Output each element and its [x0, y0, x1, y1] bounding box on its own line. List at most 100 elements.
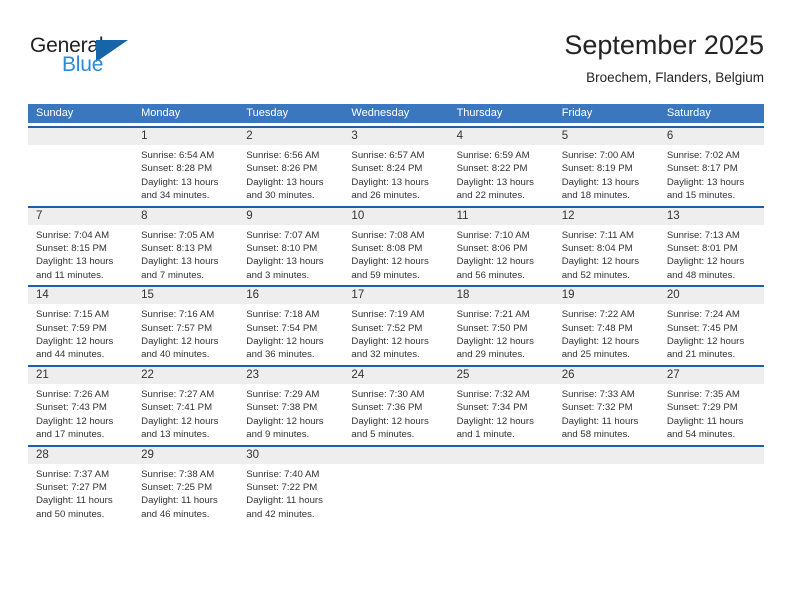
day-number: 13 — [658, 207, 764, 225]
day-cell-18[interactable]: 18 Sunrise: 7:21 AM Sunset: 7:50 PM Dayligh… — [448, 287, 554, 362]
day-cell-4[interactable]: 4 Sunrise: 6:59 AM Sunset: 8:22 PM Daylight… — [448, 128, 554, 203]
daylight-text-line2: and 7 minutes. — [141, 269, 205, 281]
sunset-text: Sunset: 8:15 PM — [36, 243, 107, 255]
day-number: 22 — [133, 366, 239, 384]
day-number: 7 — [28, 207, 134, 225]
sunset-text: Sunset: 8:04 PM — [561, 243, 633, 255]
page-title: September 2025 — [564, 30, 764, 60]
sunrise-text: Sunrise: 7:10 AM — [456, 229, 530, 241]
day-details: Sunrise: 7:00 AM Sunset: 8:19 PM Daylight:… — [554, 145, 659, 203]
day-cell-9[interactable]: 9 Sunrise: 7:07 AM Sunset: 8:10 PM Daylight… — [238, 207, 344, 283]
sunset-text: Sunset: 8:01 PM — [666, 243, 738, 255]
day-cell-24[interactable]: 24 Sunrise: 7:30 AM Sunset: 7:36 PM Dayligh… — [343, 366, 449, 442]
day-details: Sunrise: 7:19 AM Sunset: 7:52 PM Daylight:… — [343, 304, 448, 362]
day-number: 8 — [133, 207, 239, 225]
daylight-text-line2: and 48 minutes. — [666, 269, 736, 281]
day-cell-22[interactable]: 22 Sunrise: 7:27 AM Sunset: 7:41 PM Dayligh… — [133, 366, 239, 442]
day-cell-30[interactable]: 30 Sunrise: 7:40 AM Sunset: 7:22 PM Dayligh… — [238, 446, 344, 522]
day-number: 25 — [448, 366, 554, 384]
daylight-text-line2: and 54 minutes. — [666, 429, 736, 441]
day-cell-8[interactable]: 8 Sunrise: 7:05 AM Sunset: 8:13 PM Daylight… — [133, 207, 239, 283]
location-subtitle: Broechem, Flanders, Belgium — [586, 70, 764, 85]
sunset-text: Sunset: 7:45 PM — [666, 322, 738, 334]
day-details: Sunrise: 7:38 AM Sunset: 7:25 PM Daylight:… — [133, 464, 238, 522]
day-cell-empty — [343, 446, 449, 522]
sunset-text: Sunset: 7:38 PM — [246, 402, 318, 414]
day-cell-empty — [28, 128, 134, 203]
logo-text-blue: Blue — [62, 53, 104, 76]
sunrise-text: Sunrise: 6:54 AM — [141, 150, 215, 161]
day-cell-20[interactable]: 20 Sunrise: 7:24 AM Sunset: 7:45 PM Dayligh… — [658, 287, 764, 362]
sunrise-text: Sunrise: 7:35 AM — [666, 388, 740, 400]
day-cell-25[interactable]: 25 Sunrise: 7:32 AM Sunset: 7:34 PM Dayligh… — [448, 366, 554, 442]
day-cell-26[interactable]: 26 Sunrise: 7:33 AM Sunset: 7:32 PM Dayligh… — [553, 366, 659, 442]
day-number — [28, 128, 134, 145]
sunrise-text: Sunrise: 7:19 AM — [351, 309, 425, 321]
day-cell-7[interactable]: 7 Sunrise: 7:04 AM Sunset: 8:15 PM Daylight… — [28, 207, 134, 283]
day-details: Sunrise: 7:18 AM Sunset: 7:54 PM Daylight:… — [238, 304, 343, 362]
day-cell-29[interactable]: 29 Sunrise: 7:38 AM Sunset: 7:25 PM Dayligh… — [133, 446, 239, 522]
sunset-text: Sunset: 7:54 PM — [246, 322, 318, 334]
sunset-text: Sunset: 7:41 PM — [141, 402, 213, 414]
day-cell-19[interactable]: 19 Sunrise: 7:22 AM Sunset: 7:48 PM Dayligh… — [553, 287, 659, 362]
day-details: Sunrise: 7:02 AM Sunset: 8:17 PM Daylight:… — [659, 145, 764, 203]
day-cell-empty — [658, 446, 764, 522]
sunrise-text: Sunrise: 6:56 AM — [246, 150, 320, 161]
daylight-text-line1: Daylight: 12 hours — [456, 336, 534, 348]
day-cell-1[interactable]: 1 Sunrise: 6:54 AM Sunset: 8:28 PM Daylight… — [133, 128, 239, 203]
day-cell-21[interactable]: 21 Sunrise: 7:26 AM Sunset: 7:43 PM Dayligh… — [28, 366, 134, 442]
day-number: 24 — [343, 366, 449, 384]
day-details: Sunrise: 7:05 AM Sunset: 8:13 PM Daylight:… — [133, 225, 238, 283]
day-cell-16[interactable]: 16 Sunrise: 7:18 AM Sunset: 7:54 PM Dayligh… — [238, 287, 344, 362]
day-cell-28[interactable]: 28 Sunrise: 7:37 AM Sunset: 7:27 PM Dayligh… — [28, 446, 134, 522]
daylight-text-line2: and 44 minutes. — [36, 349, 105, 361]
sunrise-text: Sunrise: 7:22 AM — [561, 309, 635, 321]
day-cell-17[interactable]: 17 Sunrise: 7:19 AM Sunset: 7:52 PM Dayligh… — [343, 287, 449, 362]
day-details: Sunrise: 7:11 AM Sunset: 8:04 PM Daylight:… — [554, 225, 659, 283]
day-cell-11[interactable]: 11 Sunrise: 7:10 AM Sunset: 8:06 PM Dayligh… — [448, 207, 554, 283]
daylight-text-line1: Daylight: 13 hours — [351, 176, 429, 188]
day-cell-6[interactable]: 6 Sunrise: 7:02 AM Sunset: 8:17 PM Daylight… — [658, 128, 764, 203]
sunrise-text: Sunrise: 7:33 AM — [561, 388, 635, 400]
day-cell-27[interactable]: 27 Sunrise: 7:35 AM Sunset: 7:29 PM Dayligh… — [658, 366, 764, 442]
day-number — [343, 446, 449, 464]
weekday-header-row: Sunday Monday Tuesday Wednesday Thursday Frid… — [28, 104, 764, 123]
daylight-text-line2: and 32 minutes. — [351, 349, 420, 361]
sunrise-text: Sunrise: 7:24 AM — [666, 309, 740, 321]
daylight-text-line1: Daylight: 13 hours — [456, 176, 534, 188]
sunrise-text: Sunrise: 7:16 AM — [141, 309, 215, 321]
day-cell-12[interactable]: 12 Sunrise: 7:11 AM Sunset: 8:04 PM Dayligh… — [553, 207, 659, 283]
calendar-page: General Blue September 2025 Broechem, Fl… — [0, 0, 792, 612]
day-cell-13[interactable]: 13 Sunrise: 7:13 AM Sunset: 8:01 PM Dayligh… — [658, 207, 764, 283]
sunset-text: Sunset: 7:29 PM — [666, 402, 738, 414]
daylight-text-line1: Daylight: 12 hours — [666, 256, 745, 268]
daylight-text-line2: and 13 minutes. — [141, 429, 210, 441]
day-number: 29 — [133, 446, 239, 464]
day-details — [28, 145, 133, 149]
day-details: Sunrise: 7:32 AM Sunset: 7:34 PM Daylight:… — [449, 384, 554, 442]
day-details: Sunrise: 7:07 AM Sunset: 8:10 PM Daylight:… — [238, 225, 343, 283]
day-cell-3[interactable]: 3 Sunrise: 6:57 AM Sunset: 8:24 PM Daylight… — [343, 128, 449, 203]
sunrise-text: Sunrise: 7:27 AM — [141, 388, 215, 400]
daylight-text-line2: and 34 minutes. — [141, 190, 210, 202]
day-cell-5[interactable]: 5 Sunrise: 7:00 AM Sunset: 8:19 PM Daylight… — [553, 128, 659, 203]
day-details — [659, 464, 764, 468]
day-cell-14[interactable]: 14 Sunrise: 7:15 AM Sunset: 7:59 PM Dayligh… — [28, 287, 134, 362]
sunset-text: Sunset: 8:24 PM — [351, 163, 423, 175]
day-number: 28 — [28, 446, 134, 464]
day-cell-15[interactable]: 15 Sunrise: 7:16 AM Sunset: 7:57 PM Dayligh… — [133, 287, 239, 362]
general-blue-logo[interactable]: General Blue — [30, 34, 160, 86]
sunset-text: Sunset: 8:06 PM — [456, 243, 528, 255]
day-number: 16 — [238, 287, 344, 305]
day-number: 17 — [343, 287, 449, 305]
sunrise-text: Sunrise: 7:18 AM — [246, 309, 320, 321]
daylight-text-line1: Daylight: 13 hours — [141, 176, 219, 188]
day-cell-2[interactable]: 2 Sunrise: 6:56 AM Sunset: 8:26 PM Daylight… — [238, 128, 344, 203]
day-details: Sunrise: 7:30 AM Sunset: 7:36 PM Daylight:… — [343, 384, 448, 442]
day-cell-10[interactable]: 10 Sunrise: 7:08 AM Sunset: 8:08 PM Dayligh… — [343, 207, 449, 283]
day-number: 23 — [238, 366, 344, 384]
day-details: Sunrise: 7:15 AM Sunset: 7:59 PM Daylight:… — [28, 304, 133, 362]
day-number: 18 — [448, 287, 554, 305]
day-cell-23[interactable]: 23 Sunrise: 7:29 AM Sunset: 7:38 PM Dayligh… — [238, 366, 344, 442]
daylight-text-line2: and 52 minutes. — [561, 269, 630, 281]
